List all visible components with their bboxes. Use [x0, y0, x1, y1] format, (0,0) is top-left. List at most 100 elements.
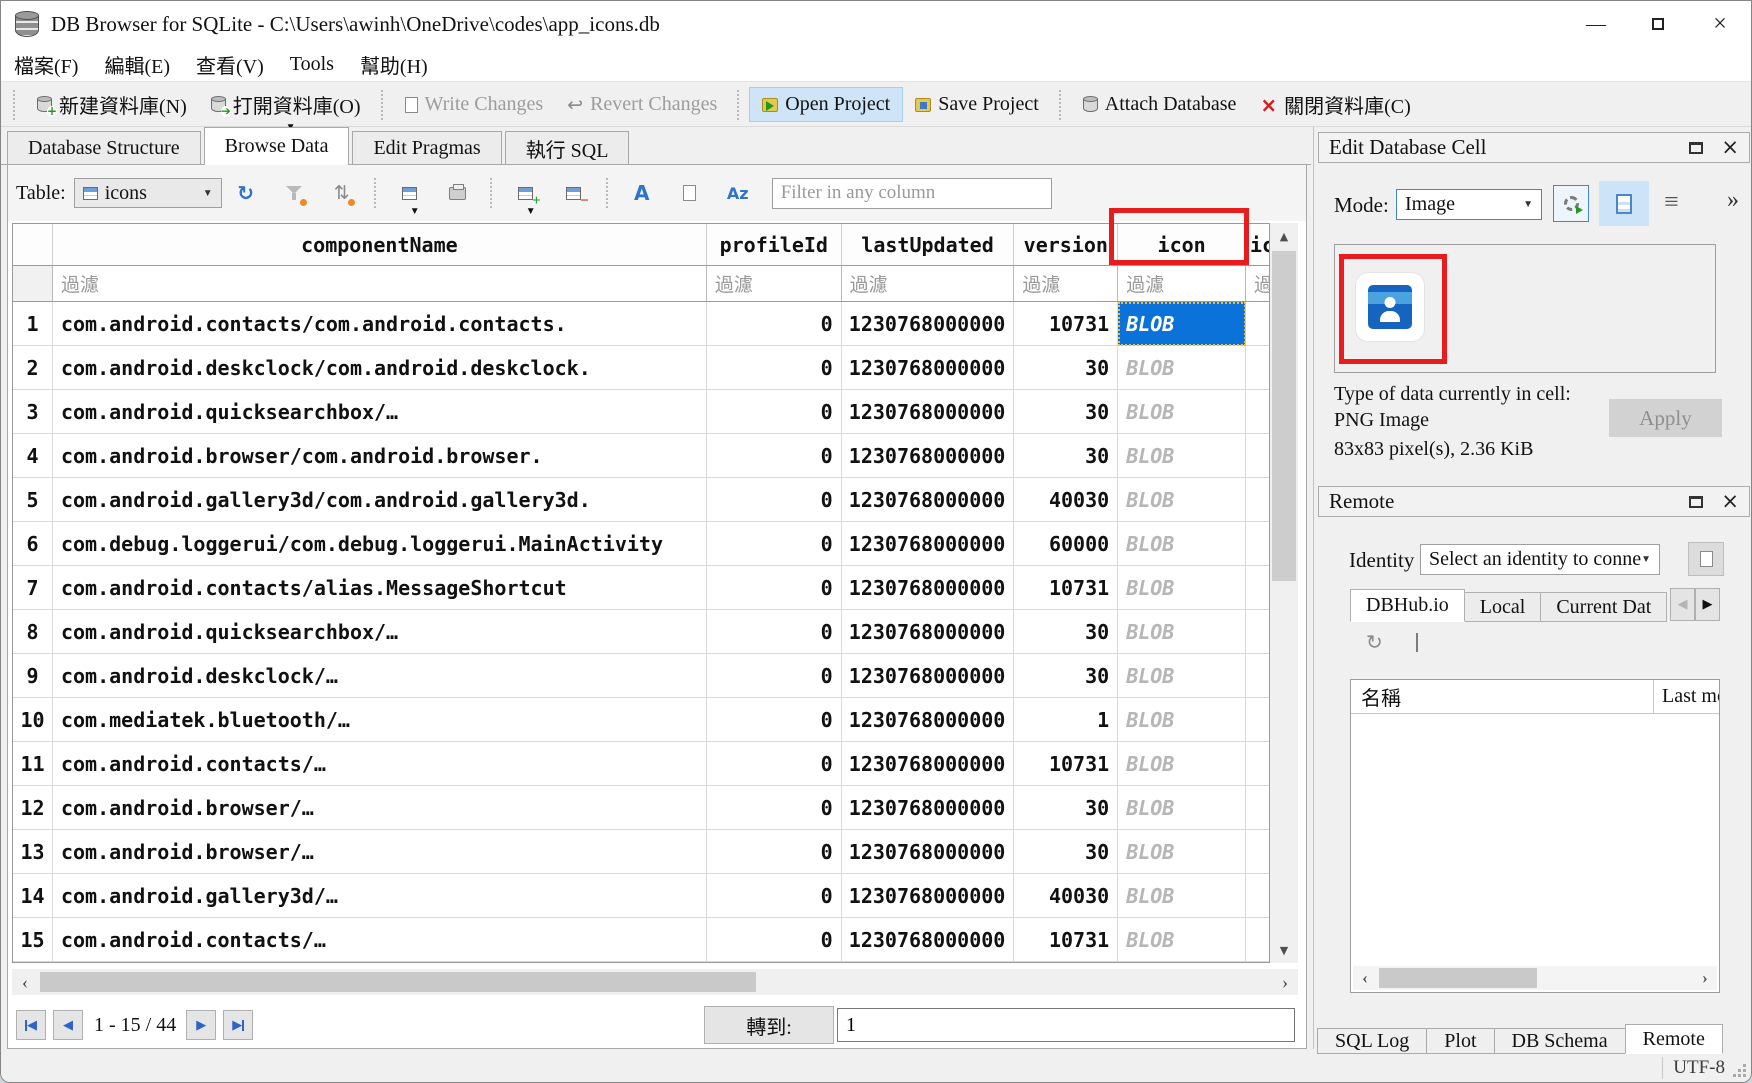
- save-table-view-button[interactable]: ▼: [395, 178, 425, 208]
- cell-lastUpdated[interactable]: 1230768000000: [842, 346, 1015, 390]
- cell-lastUpdated[interactable]: 1230768000000: [842, 786, 1015, 830]
- identity-import-button[interactable]: [1688, 542, 1724, 576]
- menu-tools[interactable]: Tools: [277, 51, 347, 78]
- tab-database-structure[interactable]: Database Structure: [7, 131, 201, 164]
- filter-componentName[interactable]: 過濾: [53, 266, 707, 301]
- table-row[interactable]: 15 com.android.contacts/… 0 123076800000…: [13, 918, 1269, 962]
- scroll-thumb[interactable]: [1379, 968, 1537, 988]
- tab-scroll-right-button[interactable]: ▶: [1695, 588, 1720, 621]
- edit-cell-button[interactable]: [675, 178, 705, 208]
- cell-profileId[interactable]: 0: [707, 918, 842, 962]
- close-database-button[interactable]: × 關閉資料庫(C): [1248, 85, 1422, 124]
- cell-partial[interactable]: [1246, 302, 1269, 346]
- cell-profileId[interactable]: 0: [707, 742, 842, 786]
- cell-icon-blob[interactable]: BLOB: [1118, 478, 1246, 522]
- cell-version[interactable]: 10731: [1014, 742, 1118, 786]
- table-horizontal-scrollbar[interactable]: ‹ ›: [12, 969, 1298, 995]
- cell-lastUpdated[interactable]: 1230768000000: [842, 918, 1015, 962]
- column-header-profileId[interactable]: profileId: [707, 224, 842, 265]
- cell-version[interactable]: 1: [1014, 698, 1118, 742]
- font-button[interactable]: A: [627, 178, 657, 208]
- column-header-lastUpdated[interactable]: lastUpdated: [842, 224, 1015, 265]
- menu-help[interactable]: 幫助(H): [347, 48, 441, 81]
- cell-profileId[interactable]: 0: [707, 610, 842, 654]
- cell-componentName[interactable]: com.mediatek.bluetooth/…: [53, 698, 707, 742]
- cell-lastUpdated[interactable]: 1230768000000: [842, 434, 1015, 478]
- revert-changes-button[interactable]: ↩ Revert Changes: [555, 88, 729, 121]
- resize-grip[interactable]: [1732, 1063, 1746, 1077]
- cell-componentName[interactable]: com.android.browser/com.android.browser.: [53, 434, 707, 478]
- scroll-right-button[interactable]: ›: [1272, 969, 1298, 995]
- corner-header[interactable]: [13, 224, 53, 265]
- table-vertical-scrollbar[interactable]: ▲ ▼: [1270, 223, 1298, 963]
- close-button[interactable]: ×: [1689, 1, 1751, 47]
- dock-tab-sql-log[interactable]: SQL Log: [1317, 1028, 1427, 1054]
- cell-partial[interactable]: [1246, 742, 1269, 786]
- filter-partial[interactable]: 過濾: [1246, 266, 1269, 301]
- cell-lastUpdated[interactable]: 1230768000000: [842, 302, 1015, 346]
- table-selector[interactable]: icons ▼: [74, 178, 222, 208]
- cell-version[interactable]: 60000: [1014, 522, 1118, 566]
- open-project-button[interactable]: Open Project: [749, 87, 903, 122]
- dock-tab-db-schema[interactable]: DB Schema: [1494, 1028, 1626, 1054]
- cell-partial[interactable]: [1246, 786, 1269, 830]
- text-view-button[interactable]: [1599, 181, 1649, 226]
- cell-lastUpdated[interactable]: 1230768000000: [842, 522, 1015, 566]
- cell-icon-blob[interactable]: BLOB: [1118, 610, 1246, 654]
- cell-partial[interactable]: [1246, 522, 1269, 566]
- cell-icon-blob[interactable]: BLOB: [1118, 346, 1246, 390]
- cell-version[interactable]: 30: [1014, 434, 1118, 478]
- close-panel-icon[interactable]: ×: [1721, 137, 1739, 158]
- horizontal-scroll-thumb[interactable]: [40, 972, 756, 992]
- cell-partial[interactable]: [1246, 478, 1269, 522]
- first-record-button[interactable]: ◀: [16, 1010, 46, 1040]
- auto-mode-button[interactable]: [1553, 185, 1589, 222]
- delete-record-button[interactable]: [559, 178, 589, 208]
- scroll-left-button[interactable]: ‹: [1353, 966, 1377, 990]
- cell-profileId[interactable]: 0: [707, 830, 842, 874]
- cell-profileId[interactable]: 0: [707, 302, 842, 346]
- cell-lastUpdated[interactable]: 1230768000000: [842, 566, 1015, 610]
- cell-profileId[interactable]: 0: [707, 654, 842, 698]
- scroll-left-button[interactable]: ‹: [12, 969, 38, 995]
- cell-version[interactable]: 30: [1014, 786, 1118, 830]
- sort-az-button[interactable]: Az: [723, 178, 753, 208]
- cell-lastUpdated[interactable]: 1230768000000: [842, 874, 1015, 918]
- table-row[interactable]: 2 com.android.deskclock/com.android.desk…: [13, 346, 1269, 390]
- cell-icon-blob[interactable]: BLOB: [1118, 786, 1246, 830]
- close-panel-icon[interactable]: ×: [1721, 491, 1739, 512]
- remote-refresh-button[interactable]: ↻: [1366, 630, 1383, 654]
- cell-profileId[interactable]: 0: [707, 566, 842, 610]
- goto-input[interactable]: [837, 1008, 1295, 1042]
- cell-partial[interactable]: [1246, 610, 1269, 654]
- cell-version[interactable]: 30: [1014, 346, 1118, 390]
- save-project-button[interactable]: Save Project: [903, 88, 1051, 121]
- cell-icon-blob[interactable]: BLOB: [1118, 566, 1246, 610]
- table-row[interactable]: 7 com.android.contacts/alias.MessageShor…: [13, 566, 1269, 610]
- tab-execute-sql[interactable]: 執行 SQL: [505, 131, 630, 164]
- scroll-down-button[interactable]: ▼: [1270, 937, 1298, 963]
- column-header-partial[interactable]: ic: [1246, 224, 1269, 265]
- cell-partial[interactable]: [1246, 434, 1269, 478]
- refresh-button[interactable]: ↻: [231, 178, 261, 208]
- cell-icon-blob[interactable]: BLOB: [1118, 302, 1246, 346]
- cell-componentName[interactable]: com.android.contacts/com.android.contact…: [53, 302, 707, 346]
- tab-edit-pragmas[interactable]: Edit Pragmas: [352, 131, 501, 164]
- remote-tab-local[interactable]: Local: [1464, 592, 1542, 622]
- cell-lastUpdated[interactable]: 1230768000000: [842, 698, 1015, 742]
- cell-version[interactable]: 10731: [1014, 566, 1118, 610]
- word-wrap-button[interactable]: ≡: [1664, 187, 1679, 217]
- minimize-button[interactable]: —: [1565, 1, 1627, 47]
- cell-componentName[interactable]: com.android.deskclock/com.android.deskcl…: [53, 346, 707, 390]
- vertical-scroll-thumb[interactable]: [1272, 251, 1296, 581]
- cell-icon-blob[interactable]: BLOB: [1118, 654, 1246, 698]
- cell-lastUpdated[interactable]: 1230768000000: [842, 742, 1015, 786]
- previous-record-button[interactable]: ◀: [53, 1010, 83, 1040]
- filter-version[interactable]: 過濾: [1014, 266, 1118, 301]
- table-row[interactable]: 8 com.android.quicksearchbox/… 0 1230768…: [13, 610, 1269, 654]
- clear-filters-button[interactable]: [279, 178, 309, 208]
- filter-icon[interactable]: 過濾: [1118, 266, 1246, 301]
- table-row[interactable]: 13 com.android.browser/… 0 1230768000000…: [13, 830, 1269, 874]
- cell-version[interactable]: 40030: [1014, 478, 1118, 522]
- cell-componentName[interactable]: com.android.browser/…: [53, 786, 707, 830]
